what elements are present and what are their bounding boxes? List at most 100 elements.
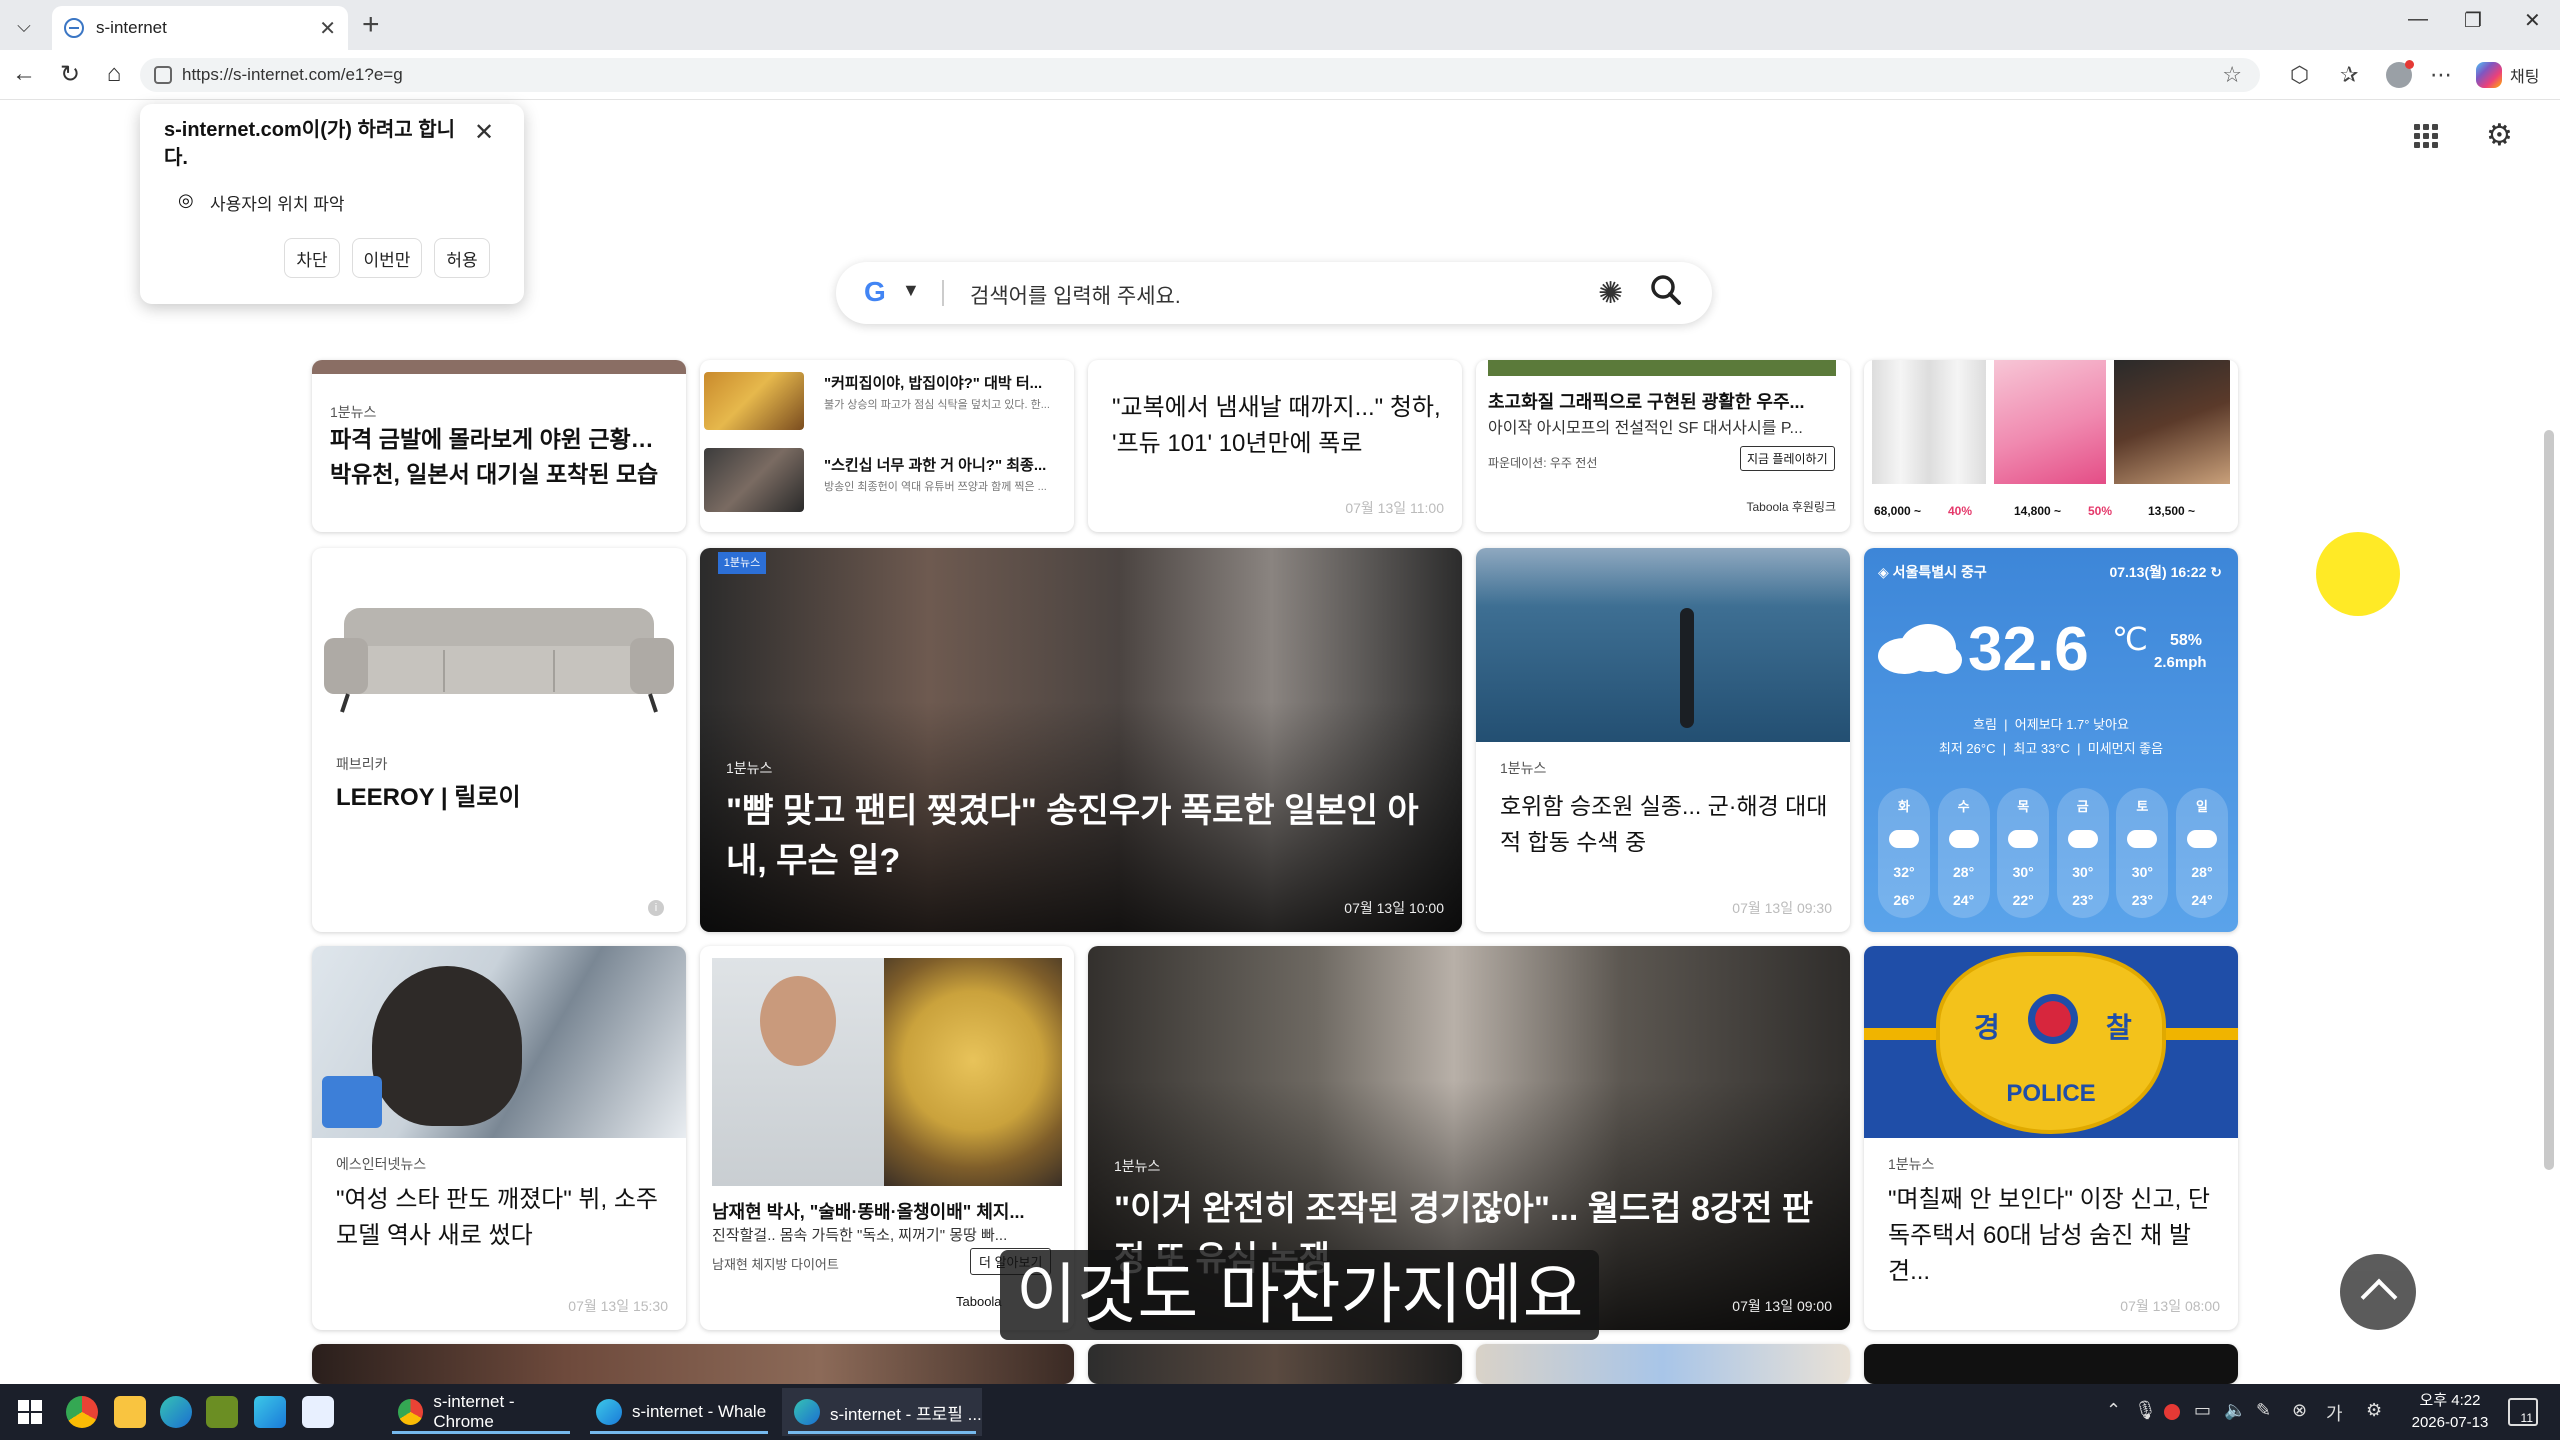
block-button[interactable]: 차단 — [284, 238, 340, 278]
news-card[interactable]: 경 찰 POLICE 1분뉴스 "며칠째 안 보인다" 이장 신고, 단독주택서… — [1864, 946, 2238, 1330]
featured-news-card[interactable]: 1분뉴스 1분뉴스 "뺨 맞고 팬티 찢겼다" 송진우가 폭로한 일본인 아내,… — [700, 548, 1462, 932]
news-card[interactable]: 1분뉴스 호위함 승조원 실종... 군·해경 대대적 합동 수색 중 07월 … — [1476, 548, 1850, 932]
tab-s-internet[interactable]: s-internet ✕ — [52, 6, 348, 50]
news-card[interactable] — [1476, 1344, 1850, 1384]
ad-card[interactable]: 패브리카 LEEROY | 릴로이 i — [312, 548, 686, 932]
forecast-day-label: 수 — [1957, 799, 1970, 814]
card-date: 07월 13일 09:30 — [1732, 900, 1832, 916]
window-close-button[interactable]: ✕ — [2524, 8, 2541, 33]
network-icon[interactable]: ▭ — [2194, 1400, 2211, 1421]
url-text: https://s-internet.com/e1?e=g — [182, 65, 403, 84]
news-card[interactable]: 1분뉴스 파격 금발에 몰라보게 야윈 근황… 박유천, 일본서 대기실 포착된… — [312, 360, 686, 532]
active-indicator — [392, 1431, 570, 1434]
sponsor-label[interactable]: Taboola — [956, 1294, 1002, 1309]
allow-once-button[interactable]: 이번만 — [352, 238, 422, 278]
product-image — [1872, 360, 1986, 484]
back-button[interactable]: ← — [8, 60, 40, 88]
card-thumbnail[interactable] — [704, 448, 804, 512]
bookmark-star-icon[interactable]: ☆ — [2222, 62, 2242, 88]
card-image — [1476, 548, 1850, 742]
reload-button[interactable]: ↻ — [54, 60, 86, 89]
list-item-title[interactable]: "스킨십 너무 과한 거 아니?" 최종... — [824, 454, 1046, 475]
forecast-high: 28° — [1953, 864, 1975, 880]
minimize-button[interactable]: — — [2408, 8, 2428, 31]
taskbar-app-edge[interactable]: s-internet - 프로필 ... — [782, 1388, 982, 1436]
news-card[interactable] — [1088, 1344, 1462, 1384]
microphone-icon[interactable]: 🎙 — [2134, 1400, 2157, 1421]
search-icon[interactable] — [1648, 272, 1684, 308]
cursor-highlight — [2316, 532, 2400, 616]
emblem-char: 경 — [1974, 1012, 2000, 1043]
recycle-bin-icon[interactable] — [302, 1396, 334, 1428]
news-card[interactable] — [312, 1344, 1074, 1384]
sponsored-card[interactable]: 초고화질 그래픽으로 구현된 광활한 우주... 아이작 아시모프의 전설적인 … — [1476, 360, 1850, 532]
ai-assistant-icon[interactable]: ✺ — [1598, 276, 1623, 311]
submarine-shape — [1680, 608, 1694, 728]
taegeuk-shape — [2028, 994, 2078, 1044]
taskbar-app-label: s-internet - 프로필 ... — [830, 1404, 982, 1424]
forecast-high: 32° — [1893, 864, 1915, 880]
volume-icon[interactable]: 🔈 — [2224, 1400, 2246, 1421]
address-bar[interactable]: https://s-internet.com/e1?e=g ☆ — [140, 58, 2260, 92]
weather-widget[interactable]: ◈ 서울특별시 중구 07.13(월) 16:22 ↻ 32.6 ℃ 58% 2… — [1864, 548, 2238, 932]
pen-icon[interactable]: ✎ — [2256, 1400, 2271, 1421]
globe-icon — [64, 18, 84, 38]
forecast-low: 24° — [2191, 892, 2213, 908]
product-price: 68,000 ~ — [1874, 504, 1922, 518]
more-menu-icon[interactable]: ⋯ — [2430, 62, 2452, 88]
person-hair-shape — [372, 966, 522, 1126]
product-image — [2114, 360, 2230, 484]
restore-button[interactable]: ❐ — [2464, 8, 2482, 33]
settings-gear-icon[interactable]: ⚙ — [2486, 118, 2513, 153]
home-button[interactable]: ⌂ — [98, 60, 130, 88]
forecast-day-label: 토 — [2136, 799, 2149, 814]
notification-center-icon[interactable]: 11 — [2508, 1398, 2538, 1426]
forecast-day: 수 28° 24° — [1937, 788, 1990, 918]
cloud-icon — [2008, 830, 2039, 848]
list-item-title[interactable]: "커피집이야, 밥집이야?" 대박 터... — [824, 372, 1042, 393]
permission-title: s-internet.com이(가) 하려고 합니다. — [164, 119, 456, 169]
favorites-icon[interactable]: ✰ — [2340, 62, 2358, 88]
chrome-icon[interactable] — [66, 1396, 98, 1428]
shopping-card[interactable]: 68,000 ~ 40% 14,800 ~ 50% 13,500 ~ — [1864, 360, 2238, 532]
card-source: 1분뉴스 — [1114, 1158, 1161, 1174]
whale-icon[interactable] — [254, 1396, 286, 1428]
ad-info-icon[interactable]: i — [648, 900, 664, 916]
tab-list-button[interactable]: ⌵ — [10, 12, 38, 40]
close-icon[interactable]: ✕ — [474, 118, 494, 147]
search-input[interactable]: 검색어를 입력해 주세요. — [970, 280, 1181, 310]
google-logo-icon[interactable]: G — [864, 276, 886, 308]
sponsor-label[interactable]: Taboola 후원링크 — [1746, 498, 1836, 515]
cloud-icon — [1948, 830, 1979, 848]
page-scrollbar[interactable] — [2544, 430, 2554, 1170]
tab-close-icon[interactable]: ✕ — [319, 16, 336, 41]
play-now-button[interactable]: 지금 플레이하기 — [1740, 446, 1835, 471]
taskbar-app-chrome[interactable]: s-internet - Chrome — [386, 1388, 576, 1436]
news-card[interactable]: "교복에서 냄새날 때까지..." 청하, '프듀 101' 10년만에 폭로 … — [1088, 360, 1462, 532]
site-info-icon[interactable] — [154, 66, 172, 84]
taskbar-app-whale[interactable]: s-internet - Whale — [584, 1388, 774, 1436]
record-icon[interactable] — [2164, 1404, 2180, 1420]
engine-dropdown-icon[interactable]: ▼ — [902, 280, 920, 301]
new-tab-button[interactable]: + — [362, 8, 380, 42]
extensions-icon[interactable]: ⬡ — [2290, 62, 2309, 88]
tray-app-icon[interactable]: ⊗ — [2292, 1400, 2307, 1421]
settings-tray-icon[interactable]: ⚙ — [2366, 1400, 2382, 1421]
scroll-to-top-button[interactable] — [2340, 1254, 2416, 1330]
copilot-icon[interactable] — [2476, 62, 2502, 88]
allow-button[interactable]: 허용 — [434, 238, 490, 278]
card-thumbnail[interactable] — [704, 372, 804, 430]
tray-overflow-icon[interactable]: ⌃ — [2106, 1400, 2121, 1421]
face-shape — [760, 976, 836, 1066]
weekly-forecast: 화 32° 26° 수 28° 24° 목 30° 22° 금 30° 23° 토 30° 23° 일 28° 2… — [1878, 788, 2228, 918]
edge-icon[interactable] — [160, 1396, 192, 1428]
apps-grid-icon[interactable] — [2414, 124, 2438, 148]
news-card[interactable]: 에스인터넷뉴스 "여성 스타 판도 깨졌다" 뷔, 소주 모델 역사 새로 썼다… — [312, 946, 686, 1330]
taskbar-clock[interactable]: 오후 4:22 2026-07-13 — [2400, 1390, 2500, 1434]
start-button[interactable] — [18, 1400, 42, 1424]
forecast-day-label: 목 — [2017, 799, 2030, 814]
tool-app-icon[interactable] — [206, 1396, 238, 1428]
ime-icon[interactable]: 가 — [2326, 1400, 2343, 1426]
news-card[interactable] — [1864, 1344, 2238, 1384]
notes-icon[interactable] — [114, 1396, 146, 1428]
